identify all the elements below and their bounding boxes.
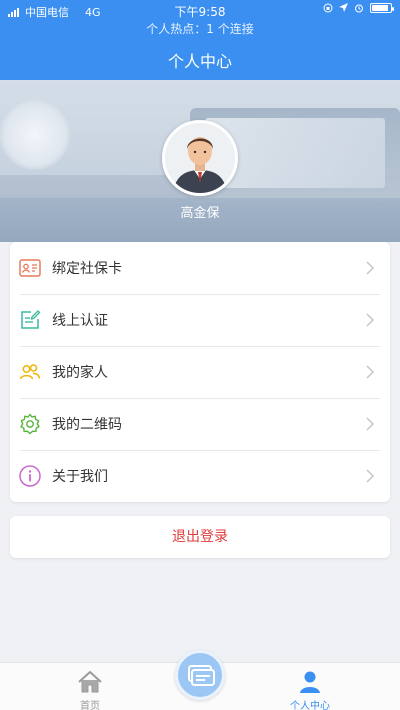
avatar[interactable] (162, 120, 238, 196)
tab-profile[interactable]: 个人中心 (280, 669, 340, 710)
location-icon (339, 3, 348, 12)
chevron-right-icon (366, 469, 375, 483)
tab-home[interactable]: 首页 (60, 669, 120, 710)
hotspot-indicator[interactable]: 个人热点：1 个连接 (0, 20, 400, 37)
card-icon (188, 665, 215, 686)
alarm-icon (355, 4, 363, 13)
chevron-right-icon (366, 313, 375, 327)
menu-item-label: 我的二维码 (52, 417, 122, 433)
gear-icon (20, 413, 40, 435)
chevron-right-icon (366, 261, 375, 275)
user-name: 高金保 (180, 206, 220, 221)
chevron-right-icon (366, 365, 375, 379)
status-bar: 中国电信 4G 下午9:58 (0, 0, 400, 20)
menu-item-label: 线上认证 (52, 313, 108, 329)
center-card-button[interactable] (175, 650, 225, 700)
menu-item-online-verify[interactable]: 线上认证 (10, 294, 390, 346)
menu-item-label: 关于我们 (52, 469, 108, 485)
home-icon (78, 671, 102, 693)
info-icon (19, 465, 41, 487)
chevron-right-icon (366, 417, 375, 431)
page-title: 个人中心 (167, 52, 232, 71)
menu-item-my-qrcode[interactable]: 我的二维码 (10, 398, 390, 450)
battery-icon (370, 3, 394, 13)
tab-profile-label: 个人中心 (290, 701, 330, 710)
user-avatar-icon (165, 123, 235, 193)
top-bar: 中国电信 4G 下午9:58 个人热点：1 个连接 个人中心 (0, 0, 400, 80)
menu-item-about-us[interactable]: 关于我们 (10, 450, 390, 502)
family-icon (19, 364, 41, 380)
logout-button[interactable]: 退出登录 (10, 516, 390, 558)
profile-banner: 高金保 (0, 80, 400, 242)
menu-item-label: 我的家人 (52, 365, 108, 381)
user-icon (300, 671, 320, 693)
menu-item-label: 绑定社保卡 (52, 261, 122, 277)
menu-item-bind-card[interactable]: 绑定社保卡 (10, 242, 390, 294)
id-card-icon (19, 259, 41, 277)
rotation-lock-icon (323, 3, 333, 13)
edit-doc-icon (21, 310, 41, 329)
menu-item-my-family[interactable]: 我的家人 (10, 346, 390, 398)
profile-menu: 绑定社保卡 线上认证 我的家人 我的二维码 关于我们 (10, 242, 390, 502)
tab-home-label: 首页 (80, 701, 100, 710)
